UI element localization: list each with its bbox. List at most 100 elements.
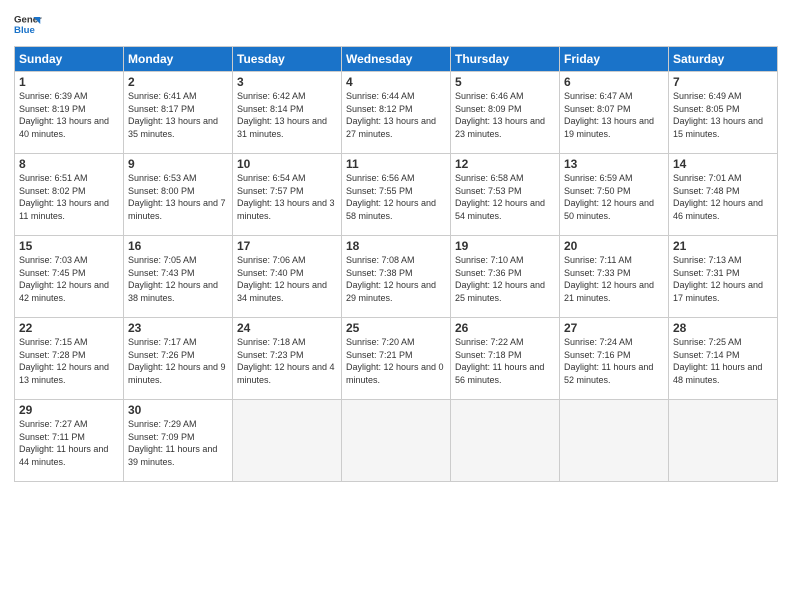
day-cell-7: 7 Sunrise: 6:49 AM Sunset: 8:05 PM Dayli… [669, 72, 778, 154]
day-info: Sunrise: 7:15 AM Sunset: 7:28 PM Dayligh… [19, 336, 119, 386]
day-number: 26 [455, 321, 555, 335]
logo: General Blue [14, 10, 42, 38]
day-number: 22 [19, 321, 119, 335]
col-friday: Friday [560, 47, 669, 72]
day-info: Sunrise: 7:01 AM Sunset: 7:48 PM Dayligh… [673, 172, 773, 222]
day-number: 29 [19, 403, 119, 417]
day-cell-23: 23 Sunrise: 7:17 AM Sunset: 7:26 PM Dayl… [124, 318, 233, 400]
day-cell-27: 27 Sunrise: 7:24 AM Sunset: 7:16 PM Dayl… [560, 318, 669, 400]
day-info: Sunrise: 7:17 AM Sunset: 7:26 PM Dayligh… [128, 336, 228, 386]
empty-cell [451, 400, 560, 482]
day-number: 8 [19, 157, 119, 171]
day-cell-21: 21 Sunrise: 7:13 AM Sunset: 7:31 PM Dayl… [669, 236, 778, 318]
empty-cell [233, 400, 342, 482]
day-info: Sunrise: 6:53 AM Sunset: 8:00 PM Dayligh… [128, 172, 228, 222]
day-number: 28 [673, 321, 773, 335]
week-row-3: 15 Sunrise: 7:03 AM Sunset: 7:45 PM Dayl… [15, 236, 778, 318]
day-info: Sunrise: 7:10 AM Sunset: 7:36 PM Dayligh… [455, 254, 555, 304]
logo-icon: General Blue [14, 10, 42, 38]
day-info: Sunrise: 7:13 AM Sunset: 7:31 PM Dayligh… [673, 254, 773, 304]
day-number: 15 [19, 239, 119, 253]
day-info: Sunrise: 7:06 AM Sunset: 7:40 PM Dayligh… [237, 254, 337, 304]
day-number: 30 [128, 403, 228, 417]
day-number: 23 [128, 321, 228, 335]
day-number: 14 [673, 157, 773, 171]
day-info: Sunrise: 6:51 AM Sunset: 8:02 PM Dayligh… [19, 172, 119, 222]
day-info: Sunrise: 6:54 AM Sunset: 7:57 PM Dayligh… [237, 172, 337, 222]
day-cell-11: 11 Sunrise: 6:56 AM Sunset: 7:55 PM Dayl… [342, 154, 451, 236]
col-monday: Monday [124, 47, 233, 72]
header-row: Sunday Monday Tuesday Wednesday Thursday… [15, 47, 778, 72]
day-number: 9 [128, 157, 228, 171]
empty-cell [342, 400, 451, 482]
calendar-table: Sunday Monday Tuesday Wednesday Thursday… [14, 46, 778, 482]
day-number: 25 [346, 321, 446, 335]
day-cell-1: 1 Sunrise: 6:39 AM Sunset: 8:19 PM Dayli… [15, 72, 124, 154]
day-info: Sunrise: 6:56 AM Sunset: 7:55 PM Dayligh… [346, 172, 446, 222]
page-container: General Blue Sunday Monday Tuesday Wedne… [0, 0, 792, 492]
day-number: 16 [128, 239, 228, 253]
day-info: Sunrise: 7:18 AM Sunset: 7:23 PM Dayligh… [237, 336, 337, 386]
day-number: 5 [455, 75, 555, 89]
day-cell-26: 26 Sunrise: 7:22 AM Sunset: 7:18 PM Dayl… [451, 318, 560, 400]
col-tuesday: Tuesday [233, 47, 342, 72]
day-info: Sunrise: 7:27 AM Sunset: 7:11 PM Dayligh… [19, 418, 119, 468]
week-row-1: 1 Sunrise: 6:39 AM Sunset: 8:19 PM Dayli… [15, 72, 778, 154]
day-cell-10: 10 Sunrise: 6:54 AM Sunset: 7:57 PM Dayl… [233, 154, 342, 236]
day-info: Sunrise: 7:22 AM Sunset: 7:18 PM Dayligh… [455, 336, 555, 386]
day-cell-14: 14 Sunrise: 7:01 AM Sunset: 7:48 PM Dayl… [669, 154, 778, 236]
day-number: 19 [455, 239, 555, 253]
col-saturday: Saturday [669, 47, 778, 72]
day-cell-25: 25 Sunrise: 7:20 AM Sunset: 7:21 PM Dayl… [342, 318, 451, 400]
day-number: 17 [237, 239, 337, 253]
day-cell-22: 22 Sunrise: 7:15 AM Sunset: 7:28 PM Dayl… [15, 318, 124, 400]
day-info: Sunrise: 7:20 AM Sunset: 7:21 PM Dayligh… [346, 336, 446, 386]
day-cell-15: 15 Sunrise: 7:03 AM Sunset: 7:45 PM Dayl… [15, 236, 124, 318]
day-cell-20: 20 Sunrise: 7:11 AM Sunset: 7:33 PM Dayl… [560, 236, 669, 318]
day-cell-28: 28 Sunrise: 7:25 AM Sunset: 7:14 PM Dayl… [669, 318, 778, 400]
day-number: 20 [564, 239, 664, 253]
empty-cell [560, 400, 669, 482]
day-info: Sunrise: 6:58 AM Sunset: 7:53 PM Dayligh… [455, 172, 555, 222]
day-number: 6 [564, 75, 664, 89]
day-info: Sunrise: 7:24 AM Sunset: 7:16 PM Dayligh… [564, 336, 664, 386]
day-cell-4: 4 Sunrise: 6:44 AM Sunset: 8:12 PM Dayli… [342, 72, 451, 154]
day-number: 13 [564, 157, 664, 171]
empty-cell [669, 400, 778, 482]
day-number: 4 [346, 75, 446, 89]
svg-text:Blue: Blue [14, 25, 35, 36]
day-cell-17: 17 Sunrise: 7:06 AM Sunset: 7:40 PM Dayl… [233, 236, 342, 318]
day-info: Sunrise: 7:03 AM Sunset: 7:45 PM Dayligh… [19, 254, 119, 304]
day-info: Sunrise: 6:41 AM Sunset: 8:17 PM Dayligh… [128, 90, 228, 140]
day-cell-16: 16 Sunrise: 7:05 AM Sunset: 7:43 PM Dayl… [124, 236, 233, 318]
day-cell-9: 9 Sunrise: 6:53 AM Sunset: 8:00 PM Dayli… [124, 154, 233, 236]
day-cell-24: 24 Sunrise: 7:18 AM Sunset: 7:23 PM Dayl… [233, 318, 342, 400]
day-info: Sunrise: 6:46 AM Sunset: 8:09 PM Dayligh… [455, 90, 555, 140]
col-wednesday: Wednesday [342, 47, 451, 72]
day-number: 2 [128, 75, 228, 89]
day-cell-30: 30 Sunrise: 7:29 AM Sunset: 7:09 PM Dayl… [124, 400, 233, 482]
day-info: Sunrise: 7:11 AM Sunset: 7:33 PM Dayligh… [564, 254, 664, 304]
day-number: 3 [237, 75, 337, 89]
day-info: Sunrise: 6:39 AM Sunset: 8:19 PM Dayligh… [19, 90, 119, 140]
day-info: Sunrise: 6:59 AM Sunset: 7:50 PM Dayligh… [564, 172, 664, 222]
day-number: 1 [19, 75, 119, 89]
day-cell-18: 18 Sunrise: 7:08 AM Sunset: 7:38 PM Dayl… [342, 236, 451, 318]
day-info: Sunrise: 6:47 AM Sunset: 8:07 PM Dayligh… [564, 90, 664, 140]
day-number: 27 [564, 321, 664, 335]
day-cell-13: 13 Sunrise: 6:59 AM Sunset: 7:50 PM Dayl… [560, 154, 669, 236]
day-number: 11 [346, 157, 446, 171]
day-cell-6: 6 Sunrise: 6:47 AM Sunset: 8:07 PM Dayli… [560, 72, 669, 154]
day-number: 18 [346, 239, 446, 253]
day-number: 24 [237, 321, 337, 335]
col-thursday: Thursday [451, 47, 560, 72]
day-cell-8: 8 Sunrise: 6:51 AM Sunset: 8:02 PM Dayli… [15, 154, 124, 236]
day-info: Sunrise: 7:25 AM Sunset: 7:14 PM Dayligh… [673, 336, 773, 386]
day-info: Sunrise: 7:05 AM Sunset: 7:43 PM Dayligh… [128, 254, 228, 304]
day-cell-19: 19 Sunrise: 7:10 AM Sunset: 7:36 PM Dayl… [451, 236, 560, 318]
day-info: Sunrise: 6:42 AM Sunset: 8:14 PM Dayligh… [237, 90, 337, 140]
day-number: 21 [673, 239, 773, 253]
week-row-5: 29 Sunrise: 7:27 AM Sunset: 7:11 PM Dayl… [15, 400, 778, 482]
day-number: 10 [237, 157, 337, 171]
col-sunday: Sunday [15, 47, 124, 72]
